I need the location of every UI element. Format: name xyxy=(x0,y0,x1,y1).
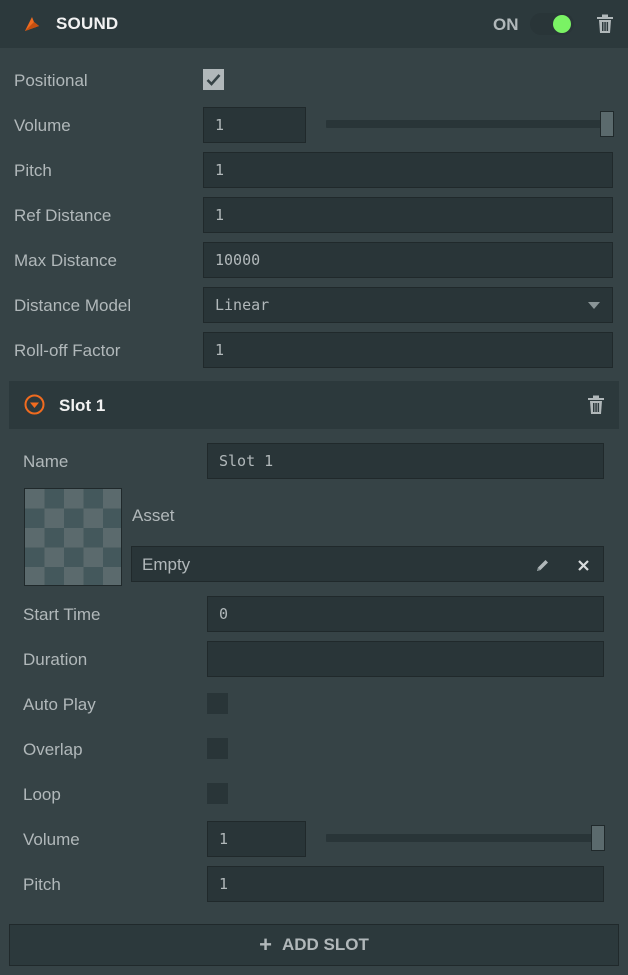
add-slot-label: ADD SLOT xyxy=(281,935,369,954)
rolloff-factor-input[interactable]: 1 xyxy=(203,332,613,368)
slot-volume-slider-track[interactable] xyxy=(326,834,596,842)
chevron-down-icon xyxy=(588,302,600,309)
rolloff-factor-label: Roll-off Factor xyxy=(14,341,121,360)
start-time-label: Start Time xyxy=(23,605,101,624)
loop-checkbox[interactable] xyxy=(207,783,228,804)
volume-label: Volume xyxy=(14,116,71,135)
slot-title: Slot 1 xyxy=(59,396,106,415)
duration-label: Duration xyxy=(23,650,88,669)
duration-input[interactable] xyxy=(207,641,604,677)
pencil-icon[interactable] xyxy=(535,558,550,573)
loop-label: Loop xyxy=(23,785,61,804)
delete-component-icon[interactable] xyxy=(596,14,614,34)
positional-checkbox[interactable] xyxy=(203,69,224,90)
pitch-label: Pitch xyxy=(14,161,52,180)
slot-volume-slider-handle[interactable] xyxy=(591,825,605,851)
asset-field[interactable]: Empty xyxy=(131,546,604,582)
asset-label: Asset xyxy=(132,506,175,525)
overlap-label: Overlap xyxy=(23,740,83,759)
collapse-slot-icon[interactable] xyxy=(24,394,45,415)
plus-icon: + xyxy=(259,932,272,957)
slot-volume-input[interactable]: 1 xyxy=(207,821,306,857)
asset-thumbnail[interactable] xyxy=(24,488,122,586)
enabled-label: ON xyxy=(493,15,519,34)
distance-model-select[interactable]: Linear xyxy=(203,287,613,323)
pitch-input[interactable]: 1 xyxy=(203,152,613,188)
max-distance-input[interactable]: 10000 xyxy=(203,242,613,278)
check-icon xyxy=(206,74,221,86)
toggle-knob xyxy=(553,15,571,33)
slot-volume-label: Volume xyxy=(23,830,80,849)
component-title: SOUND xyxy=(56,14,119,33)
slot-pitch-input[interactable]: 1 xyxy=(207,866,604,902)
distance-model-value: Linear xyxy=(215,296,270,314)
distance-model-label: Distance Model xyxy=(14,296,132,315)
auto-play-label: Auto Play xyxy=(23,695,96,714)
close-icon[interactable] xyxy=(577,559,590,572)
auto-play-checkbox[interactable] xyxy=(207,693,228,714)
ref-distance-label: Ref Distance xyxy=(14,206,112,225)
start-time-input[interactable]: 0 xyxy=(207,596,604,632)
asset-value: Empty xyxy=(142,555,191,574)
slot-name-input[interactable]: Slot 1 xyxy=(207,443,604,479)
component-header: SOUND ON xyxy=(0,0,628,48)
enabled-toggle[interactable] xyxy=(530,13,574,35)
volume-slider-track[interactable] xyxy=(326,120,604,128)
slot-name-label: Name xyxy=(23,452,69,471)
delete-slot-icon[interactable] xyxy=(587,395,605,415)
slot-pitch-label: Pitch xyxy=(23,875,61,894)
volume-slider-handle[interactable] xyxy=(600,111,614,137)
add-slot-button[interactable]: + ADD SLOT xyxy=(9,924,619,966)
sound-component-icon xyxy=(25,17,39,31)
overlap-checkbox[interactable] xyxy=(207,738,228,759)
positional-label: Positional xyxy=(14,71,88,90)
ref-distance-input[interactable]: 1 xyxy=(203,197,613,233)
volume-input[interactable]: 1 xyxy=(203,107,306,143)
max-distance-label: Max Distance xyxy=(14,251,117,270)
